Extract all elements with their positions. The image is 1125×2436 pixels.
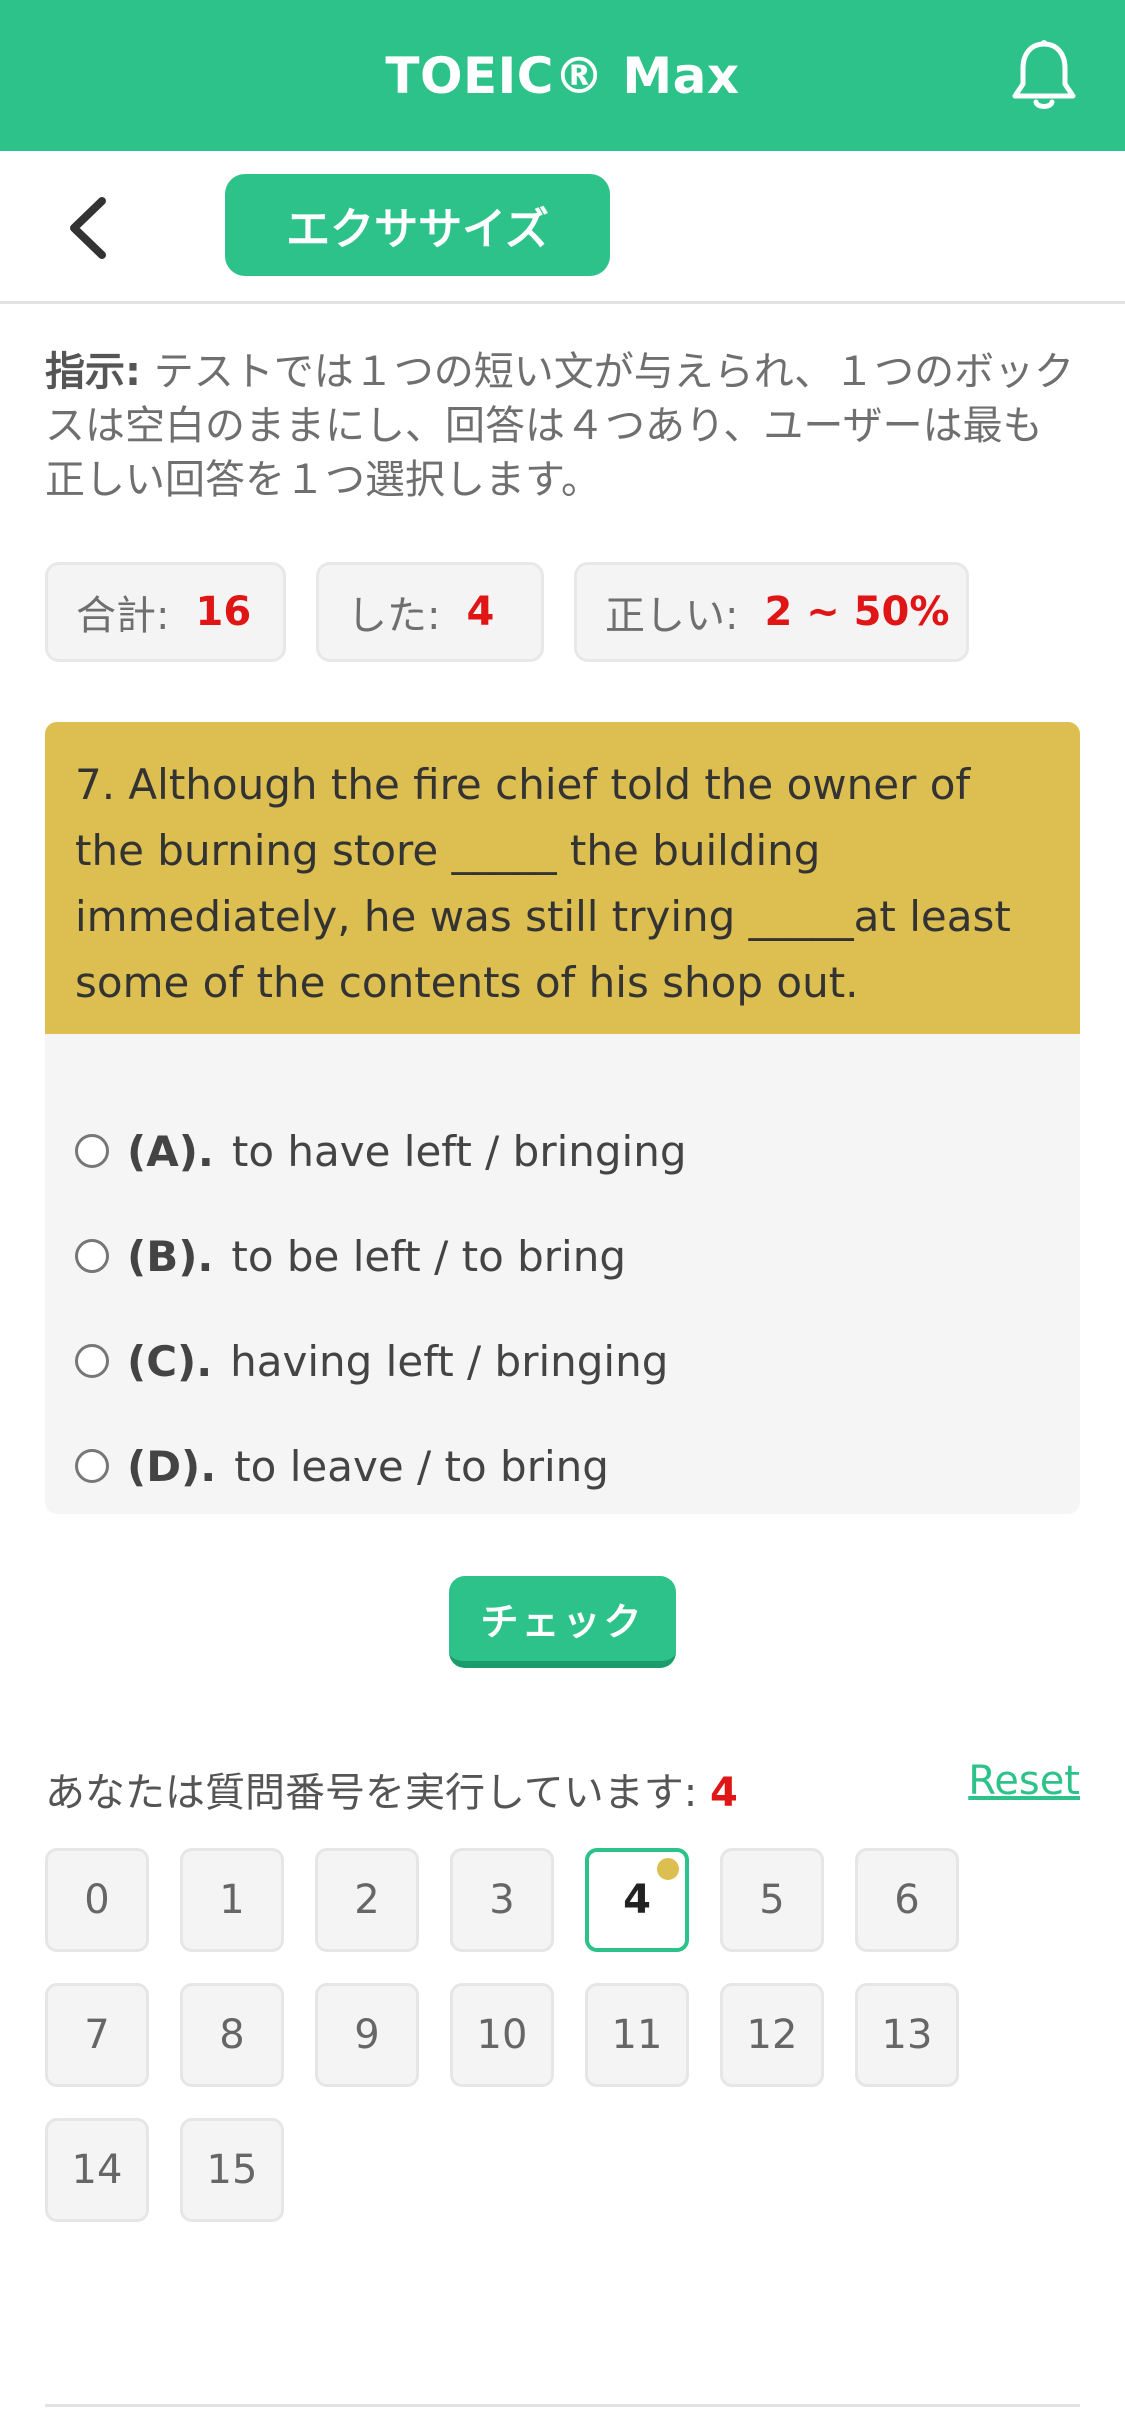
bell-icon[interactable] <box>1009 38 1079 114</box>
current-indicator-dot <box>657 1858 679 1880</box>
stat-total-value: 16 <box>195 589 252 635</box>
radio-button[interactable] <box>75 1239 109 1273</box>
stat-total-label: 合計: <box>76 593 170 639</box>
question-number-button[interactable]: 6 <box>855 1848 959 1952</box>
option-b[interactable]: (B). to be left / to bring <box>75 1221 626 1291</box>
question-number-button[interactable]: 3 <box>450 1848 554 1952</box>
option-text: having left / bringing <box>230 1336 669 1386</box>
option-text: to have left / bringing <box>231 1126 687 1176</box>
radio-button[interactable] <box>75 1449 109 1483</box>
chevron-left-icon[interactable] <box>62 195 114 261</box>
question-number-button[interactable]: 10 <box>450 1983 554 2087</box>
question-number-button[interactable]: 7 <box>45 1983 149 2087</box>
option-text: to be left / to bring <box>231 1231 626 1281</box>
progress-label: あなたは質問番号を実行しています: <box>45 1770 710 1816</box>
question-number-button[interactable]: 2 <box>315 1848 419 1952</box>
question-number-button[interactable]: 9 <box>315 1983 419 2087</box>
option-key: (A). <box>127 1126 214 1176</box>
question-number-button[interactable]: 11 <box>585 1983 689 2087</box>
exercise-button[interactable]: エクササイズ <box>225 174 610 276</box>
question-number-button[interactable]: 4 <box>585 1848 689 1952</box>
option-key: (C). <box>127 1336 213 1386</box>
stat-correct-label: 正しい: <box>605 593 739 639</box>
radio-button[interactable] <box>75 1134 109 1168</box>
stat-done-label: した: <box>347 593 441 639</box>
question-number-button[interactable]: 12 <box>720 1983 824 2087</box>
option-c[interactable]: (C). having left / bringing <box>75 1326 668 1396</box>
question-text: 7. Although the fire chief told the owne… <box>45 722 1080 1034</box>
option-key: (D). <box>127 1441 217 1491</box>
reset-link[interactable]: Reset <box>968 1758 1080 1804</box>
question-number-button[interactable]: 15 <box>180 2118 284 2222</box>
divider <box>45 2404 1080 2407</box>
instruction-body: テストでは１つの短い文が与えられ、１つのボックスは空白のままにし、回答は４つあり… <box>45 349 1075 503</box>
question-number-button[interactable]: 5 <box>720 1848 824 1952</box>
progress-text: あなたは質問番号を実行しています: 4 <box>45 1760 738 1818</box>
question-number-button[interactable]: 1 <box>180 1848 284 1952</box>
question-number-button[interactable]: 13 <box>855 1983 959 2087</box>
radio-button[interactable] <box>75 1344 109 1378</box>
stat-done-value: 4 <box>466 589 495 635</box>
option-text: to leave / to bring <box>234 1441 609 1491</box>
check-button[interactable]: チェック <box>449 1576 676 1668</box>
progress-current: 4 <box>710 1770 738 1816</box>
question-number-button[interactable]: 14 <box>45 2118 149 2222</box>
app-root: TOEIC® Max エクササイズ 指示: テストでは１つの短い文が与えられ、１… <box>0 0 1125 2436</box>
option-key: (B). <box>127 1231 214 1281</box>
stat-correct-value: 2 ~ 50% <box>764 589 950 635</box>
instruction-label: 指示: <box>45 349 141 395</box>
stat-total: 合計: 16 <box>45 562 286 662</box>
question-number-button[interactable]: 8 <box>180 1983 284 2087</box>
instruction-text: 指示: テストでは１つの短い文が与えられ、１つのボックスは空白のままにし、回答は… <box>45 345 1075 507</box>
answer-options: (A). to have left / bringing (B). to be … <box>45 1034 1080 1514</box>
stat-done: した: 4 <box>316 562 544 662</box>
question-number-button[interactable]: 0 <box>45 1848 149 1952</box>
stat-correct: 正しい: 2 ~ 50% <box>574 562 969 662</box>
sub-toolbar: エクササイズ <box>0 151 1125 304</box>
option-a[interactable]: (A). to have left / bringing <box>75 1116 686 1186</box>
app-header: TOEIC® Max <box>0 0 1125 151</box>
app-title: TOEIC® Max <box>385 46 740 105</box>
option-d[interactable]: (D). to leave / to bring <box>75 1431 609 1501</box>
